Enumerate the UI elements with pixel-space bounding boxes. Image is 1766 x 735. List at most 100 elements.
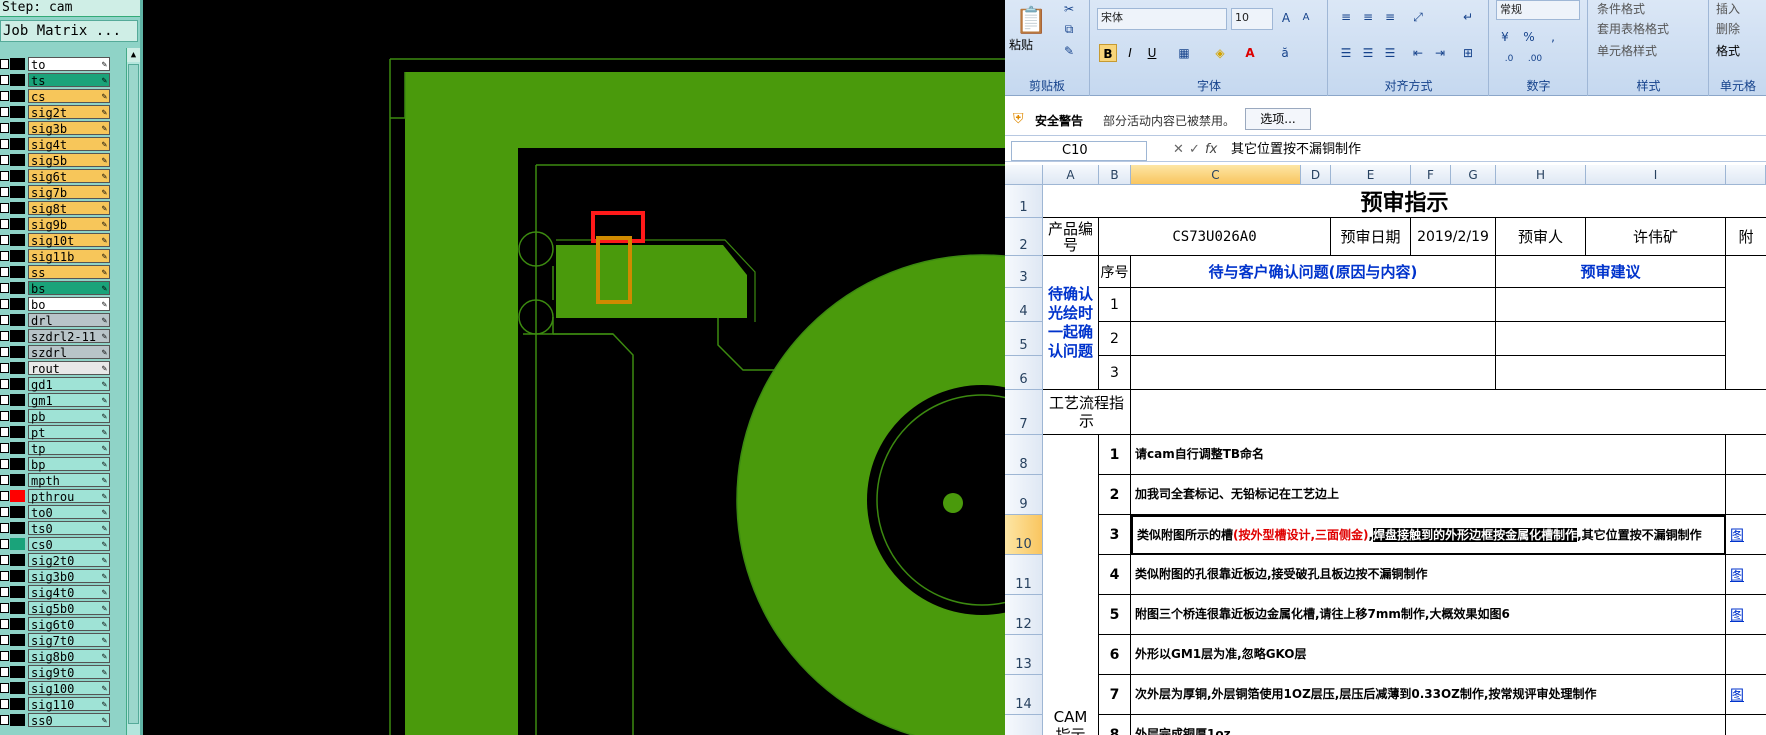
layer-color-swatch[interactable]	[10, 698, 25, 710]
seq-header[interactable]: 序号	[1099, 256, 1131, 288]
edit-icon[interactable]: ✎	[102, 218, 107, 232]
layer-row[interactable]: sig5b ✎	[0, 152, 112, 168]
align-center-icon[interactable]: ☰	[1359, 44, 1377, 62]
layer-color-swatch[interactable]	[10, 330, 25, 342]
reviewer-value[interactable]: 许伟矿	[1586, 218, 1726, 256]
layer-color-swatch[interactable]	[10, 186, 25, 198]
confirm-question-cell[interactable]	[1131, 288, 1496, 322]
layer-checkbox[interactable]	[0, 491, 9, 501]
layer-name[interactable]: ss ✎	[28, 265, 110, 280]
layer-row[interactable]: pb ✎	[0, 408, 112, 424]
table-format-button[interactable]: 套用表格格式	[1597, 20, 1669, 37]
scroll-up-icon[interactable]: ▲	[127, 48, 140, 62]
layer-checkbox[interactable]	[0, 267, 9, 277]
cam-item-no[interactable]: 3	[1099, 515, 1131, 555]
edit-icon[interactable]: ✎	[102, 634, 107, 648]
layer-checkbox[interactable]	[0, 427, 9, 437]
layer-row[interactable]: drl ✎	[0, 312, 112, 328]
layer-row[interactable]: sig10t ✎	[0, 232, 112, 248]
decrease-indent-icon[interactable]: ⇤	[1409, 44, 1427, 62]
layer-checkbox[interactable]	[0, 331, 9, 341]
figure-link[interactable]	[1726, 715, 1766, 735]
layer-color-swatch[interactable]	[10, 346, 25, 358]
layer-color-swatch[interactable]	[10, 714, 25, 726]
row-header[interactable]: 9	[1005, 475, 1043, 515]
layer-row[interactable]: sig9b ✎	[0, 216, 112, 232]
confirm-row-no[interactable]: 1	[1099, 288, 1131, 322]
layer-name[interactable]: sig8b0 ✎	[28, 649, 110, 664]
fill-color-icon[interactable]: ◈	[1211, 44, 1229, 62]
shrink-font-icon[interactable]: A	[1297, 9, 1315, 27]
pcb-canvas[interactable]	[143, 0, 1005, 735]
layer-checkbox[interactable]	[0, 75, 9, 85]
layer-name[interactable]: sig4t ✎	[28, 137, 110, 152]
layer-row[interactable]: tp ✎	[0, 440, 112, 456]
layer-name[interactable]: gm1 ✎	[28, 393, 110, 408]
layer-name[interactable]: drl ✎	[28, 313, 110, 328]
cam-item-no[interactable]: 4	[1099, 555, 1131, 595]
merge-icon[interactable]: ⊞	[1459, 44, 1477, 62]
confirm-suggest-cell[interactable]	[1496, 288, 1726, 322]
layer-row[interactable]: to0 ✎	[0, 504, 112, 520]
bold-icon[interactable]: B	[1099, 44, 1117, 62]
layer-checkbox[interactable]	[0, 587, 9, 597]
layer-row[interactable]: to ✎	[0, 56, 112, 72]
layer-color-swatch[interactable]	[10, 474, 25, 486]
cam-item-text[interactable]: 外层完成铜厚1oz	[1131, 715, 1726, 735]
review-date-value[interactable]: 2019/2/19	[1411, 218, 1496, 256]
layer-color-swatch[interactable]	[10, 442, 25, 454]
sheet-title[interactable]: 预审指示	[1043, 185, 1766, 218]
layer-name[interactable]: cs0 ✎	[28, 537, 110, 552]
layer-color-swatch[interactable]	[10, 554, 25, 566]
font-name-select[interactable]: 宋体	[1097, 8, 1227, 30]
row-header[interactable]: 7	[1005, 390, 1043, 435]
layer-row[interactable]: sig100 ✎	[0, 680, 112, 696]
cam-item-text[interactable]: 外形以GM1层为准,忽略GKO层	[1131, 635, 1726, 675]
layer-color-swatch[interactable]	[10, 570, 25, 582]
row-header[interactable]: 15	[1005, 715, 1043, 735]
row-header[interactable]: 3	[1005, 256, 1043, 288]
layer-row[interactable]: sig3b ✎	[0, 120, 112, 136]
layer-checkbox[interactable]	[0, 379, 9, 389]
layer-name[interactable]: pthrou ✎	[28, 489, 110, 504]
layer-row[interactable]: sig2t0 ✎	[0, 552, 112, 568]
layer-row[interactable]: bo ✎	[0, 296, 112, 312]
layer-color-swatch[interactable]	[10, 682, 25, 694]
attach-cell[interactable]	[1726, 256, 1766, 390]
edit-icon[interactable]: ✎	[102, 74, 107, 88]
insert-button[interactable]: 插入	[1716, 0, 1740, 17]
layer-color-swatch[interactable]	[10, 266, 25, 278]
product-no-label[interactable]: 产品编号	[1043, 218, 1099, 256]
edit-icon[interactable]: ✎	[102, 602, 107, 616]
cam-item-no[interactable]: 5	[1099, 595, 1131, 635]
figure-link[interactable]	[1726, 475, 1766, 515]
confirm-suggest-cell[interactable]	[1496, 356, 1726, 390]
layer-row[interactable]: bs ✎	[0, 280, 112, 296]
layer-row[interactable]: sig4t0 ✎	[0, 584, 112, 600]
phonetic-icon[interactable]: ă	[1276, 44, 1294, 62]
cam-item-no[interactable]: 6	[1099, 635, 1131, 675]
layer-row[interactable]: sig7t0 ✎	[0, 632, 112, 648]
layer-color-swatch[interactable]	[10, 394, 25, 406]
edit-icon[interactable]: ✎	[102, 442, 107, 456]
layer-checkbox[interactable]	[0, 187, 9, 197]
cam-item-text[interactable]: 类似附图所示的槽(按外型槽设计,三面侧金),焊盘接触到的外形边框按金属化槽制作,…	[1131, 515, 1726, 555]
layer-name[interactable]: to ✎	[28, 57, 110, 72]
column-header[interactable]: H	[1496, 165, 1586, 185]
layer-checkbox[interactable]	[0, 219, 9, 229]
review-date-label[interactable]: 预审日期	[1331, 218, 1411, 256]
layer-row[interactable]: gd1 ✎	[0, 376, 112, 392]
layer-checkbox[interactable]	[0, 683, 9, 693]
copy-icon[interactable]: ⧉	[1060, 20, 1078, 38]
edit-icon[interactable]: ✎	[102, 458, 107, 472]
column-header[interactable]: B	[1099, 165, 1131, 185]
figure-link[interactable]: 图	[1726, 595, 1766, 635]
layer-color-swatch[interactable]	[10, 426, 25, 438]
layer-checkbox[interactable]	[0, 635, 9, 645]
layer-checkbox[interactable]	[0, 139, 9, 149]
figure-link[interactable]: 图	[1726, 555, 1766, 595]
edit-icon[interactable]: ✎	[102, 378, 107, 392]
cam-item-no[interactable]: 1	[1099, 435, 1131, 475]
figure-link[interactable]	[1726, 435, 1766, 475]
layer-color-swatch[interactable]	[10, 138, 25, 150]
